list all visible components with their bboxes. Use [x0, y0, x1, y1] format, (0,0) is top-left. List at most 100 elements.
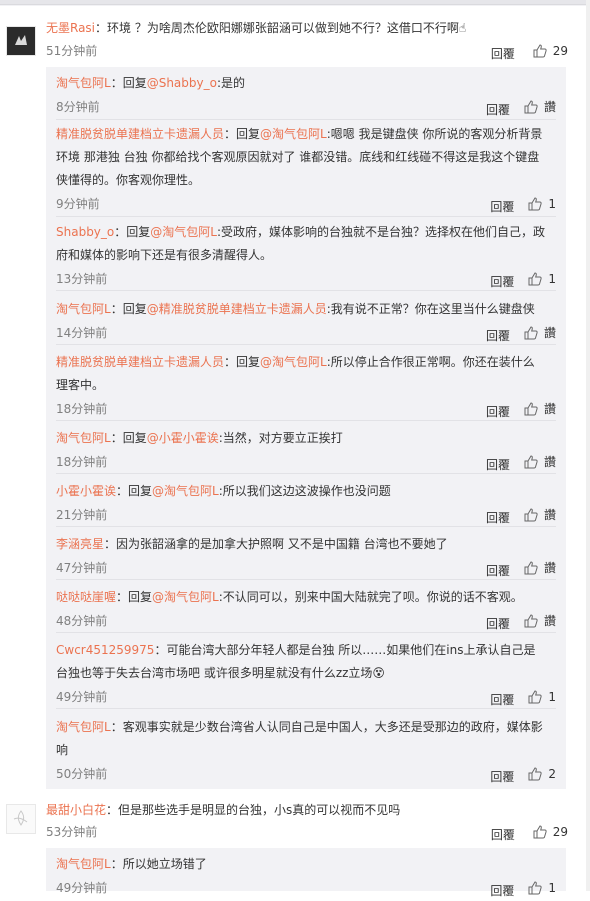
reply-username[interactable]: Cwcr451259975	[56, 643, 154, 657]
reply-mention[interactable]: @淘气包阿L	[150, 225, 217, 239]
reply-button[interactable]: 回覆	[491, 47, 515, 61]
like-count: 讚	[543, 508, 556, 522]
reply-meta: 18分钟前 回覆 讚	[56, 452, 556, 472]
reply-body: 淘气包阿L：回复@Shabby_o:是的	[56, 72, 546, 95]
reply-username[interactable]: 淘气包阿L	[56, 720, 111, 734]
like-count: 1	[548, 272, 556, 286]
reply-button[interactable]: 回覆	[486, 458, 510, 472]
reply-prefix: ：回复	[116, 590, 153, 604]
reply-button[interactable]: 回覆	[486, 564, 510, 578]
thumbs-up-icon	[528, 767, 542, 781]
reply-item: 淘气包阿L：客观事实就是少数台湾省人认同自己是中国人，大多还是受那边的政府，媒体…	[56, 716, 556, 785]
thumbs-up-icon	[528, 272, 542, 286]
like-button[interactable]: 讚	[524, 558, 556, 578]
like-button[interactable]: 1	[528, 687, 556, 707]
reply-item: 淘气包阿L：回复@小霍小霍诶:当然，对方要立正挨打 18分钟前 回覆 讚	[56, 427, 556, 474]
reply-button[interactable]: 回覆	[486, 103, 510, 117]
reply-mention[interactable]: @小霍小霍诶	[147, 431, 219, 445]
reply-username[interactable]: Shabby_o	[56, 225, 114, 239]
like-count: 29	[552, 825, 568, 839]
reply-username[interactable]: 淘气包阿L	[56, 302, 111, 316]
top-strip	[0, 0, 590, 6]
top-bar	[0, 0, 586, 5]
reply-button[interactable]: 回覆	[490, 884, 514, 898]
scrollbar[interactable]	[586, 0, 590, 891]
reply-mention[interactable]: @淘气包阿L	[260, 355, 327, 369]
reply-time: 48分钟前	[56, 614, 108, 628]
like-button[interactable]: 讚	[524, 399, 556, 419]
comment-username[interactable]: 无墨Rasi	[46, 21, 95, 35]
thumbs-up-icon	[528, 881, 542, 895]
reply-mention[interactable]: @精准脱贫脱单建档立卡遗漏人员	[147, 302, 327, 316]
reply-button[interactable]: 回覆	[490, 770, 514, 784]
reply-item: 小霍小霍诶：回复@淘气包阿L:所以我们这边这波操作也没问题 21分钟前 回覆 讚	[56, 480, 556, 527]
thumbs-up-icon	[524, 326, 538, 340]
reply-item: 淘气包阿L：回复@精准脱贫脱单建档立卡遗漏人员:我有说不正常？你在这里当什么键盘…	[56, 298, 556, 345]
like-button[interactable]: 讚	[524, 452, 556, 472]
reply-username[interactable]: 淘气包阿L	[56, 431, 111, 445]
like-button[interactable]: 1	[528, 878, 556, 898]
reply-time: 18分钟前	[56, 402, 108, 416]
reply-meta: 14分钟前 回覆 讚	[56, 323, 556, 343]
thumbs-up-icon	[524, 455, 538, 469]
reply-text: :我有说不正常？你在这里当什么键盘侠	[326, 302, 535, 316]
reply-button[interactable]: 回覆	[490, 693, 514, 707]
reply-body: 精准脱贫脱单建档立卡遗漏人员：回复@淘气包阿L:嗯嗯 我是键盘侠 你所说的客观分…	[56, 123, 546, 192]
reply-button[interactable]: 回覆	[491, 828, 515, 842]
avatar-image	[7, 27, 35, 55]
avatar[interactable]	[6, 804, 36, 834]
reply-button[interactable]: 回覆	[486, 511, 510, 525]
like-button[interactable]: 讚	[524, 323, 556, 343]
reply-text: :当然，对方要立正挨打	[218, 431, 343, 445]
reply-item: 淘气包阿L：回复@Shabby_o:是的 8分钟前 回覆 讚	[56, 72, 556, 120]
reply-button[interactable]: 回覆	[486, 405, 510, 419]
like-button[interactable]: 1	[528, 194, 556, 214]
like-count: 1	[548, 690, 556, 704]
reply-button[interactable]: 回覆	[486, 329, 510, 343]
reply-text: :是的	[216, 76, 246, 90]
like-button[interactable]: 讚	[524, 97, 556, 117]
reply-mention[interactable]: @淘气包阿L	[260, 127, 327, 141]
comment-text: ：但是那些选手是明显的台独，小s真的可以视而不见吗	[106, 803, 401, 817]
reply-time: 49分钟前	[56, 690, 108, 704]
reply-meta: 49分钟前 回覆 1	[56, 687, 556, 707]
reply-prefix: ：回复	[110, 76, 147, 90]
reply-mention[interactable]: @淘气包阿L	[152, 590, 219, 604]
reply-prefix: ：回复	[224, 127, 261, 141]
like-button[interactable]: 1	[528, 269, 556, 289]
like-button[interactable]: 29	[533, 43, 568, 59]
comment: 最甜小白花：但是那些选手是明显的台独，小s真的可以视而不见吗 53分钟前 回覆 …	[0, 800, 590, 842]
reply-username[interactable]: 淘气包阿L	[56, 857, 111, 871]
flower-icon	[7, 805, 35, 833]
reply-time: 50分钟前	[56, 767, 108, 781]
reply-username[interactable]: 精准脱贫脱单建档立卡遗漏人员	[56, 355, 224, 369]
reply-body: Shabby_o：回复@淘气包阿L:受政府，媒体影响的台独就不是台独？选择权在他…	[56, 221, 546, 267]
reply-time: 14分钟前	[56, 326, 108, 340]
reply-mention[interactable]: @淘气包阿L	[152, 484, 219, 498]
reply-button[interactable]: 回覆	[486, 617, 510, 631]
reply-button[interactable]: 回覆	[490, 275, 514, 289]
comment-body: 无墨Rasi：环境 ？为啥周杰伦欧阳娜娜张韶涵可以做到她不行？这借口不行啊☝	[46, 18, 568, 38]
reply-item: Cwcr451259975：可能台湾大部分年轻人都是台独 所以……如果他们在in…	[56, 639, 556, 709]
like-count: 1	[548, 881, 556, 895]
reply-username[interactable]: 李涵亮星	[56, 537, 104, 551]
comment-text: ：环境 ？为啥周杰伦欧阳娜娜张韶涵可以做到她不行？这借口不行啊☝	[95, 21, 467, 35]
like-button[interactable]: 29	[533, 824, 568, 840]
avatar[interactable]	[6, 26, 36, 56]
replies-panel: 淘气包阿L：回复@Shabby_o:是的 8分钟前 回覆讚 精准脱贫脱单建档立卡遗…	[46, 67, 566, 789]
like-button[interactable]: 讚	[524, 611, 556, 631]
comment-username[interactable]: 最甜小白花	[46, 803, 106, 817]
reply-username[interactable]: 精准脱贫脱单建档立卡遗漏人员	[56, 127, 224, 141]
reply-prefix: ：回复	[116, 484, 153, 498]
comment-body: 最甜小白花：但是那些选手是明显的台独，小s真的可以视而不见吗	[46, 800, 568, 820]
reply-body: 精准脱贫脱单建档立卡遗漏人员：回复@淘气包阿L:所以停止合作很正常啊。你还在装什…	[56, 351, 546, 397]
reply-mention[interactable]: @Shabby_o	[147, 76, 217, 90]
reply-button[interactable]: 回覆	[490, 200, 514, 214]
comment-time: 51分钟前	[46, 44, 98, 58]
reply-username[interactable]: 哒哒哒崖喔	[56, 590, 116, 604]
like-button[interactable]: 2	[528, 764, 556, 784]
reply-username[interactable]: 淘气包阿L	[56, 76, 111, 90]
reply-item: 淘气包阿L：所以她立场错了 49分钟前 回覆 1	[56, 853, 556, 898]
reply-username[interactable]: 小霍小霍诶	[56, 484, 116, 498]
like-button[interactable]: 讚	[524, 505, 556, 525]
